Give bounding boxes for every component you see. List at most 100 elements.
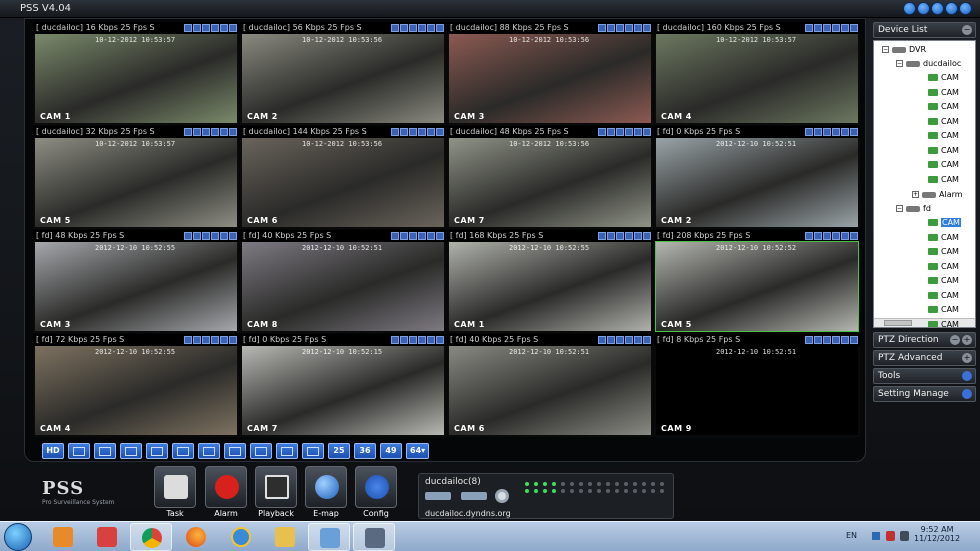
layout-64-button[interactable]: 64▾ [406, 443, 430, 459]
scroll-thumb[interactable] [884, 320, 912, 326]
close-icon[interactable] [850, 128, 858, 136]
tree-node-cam[interactable]: CAM [928, 144, 959, 158]
talk-icon[interactable] [418, 24, 426, 32]
audio-icon[interactable] [409, 232, 417, 240]
record-icon[interactable] [184, 232, 192, 240]
video-feed[interactable]: 10-12-2012 10:53:56 CAM 2 [242, 34, 444, 123]
video-feed[interactable]: 2012-12-10 10:52:55 CAM 4 [35, 346, 237, 435]
record-icon[interactable] [598, 128, 606, 136]
zoom-icon[interactable] [841, 232, 849, 240]
close-icon[interactable] [643, 24, 651, 32]
video-cell[interactable]: [ fd] 0 Kbps 25 Fps S 2012-12-10 10:52:51… [654, 126, 860, 229]
record-icon[interactable] [184, 24, 192, 32]
tree-node-cam[interactable]: CAM [928, 216, 961, 230]
expand-icon[interactable] [962, 371, 972, 381]
record-icon[interactable] [598, 232, 606, 240]
minimize-icon[interactable] [931, 2, 944, 15]
tree-node-cam[interactable]: CAM [928, 260, 959, 274]
close-icon[interactable] [850, 336, 858, 344]
video-feed[interactable]: 2012-12-10 10:52:51 CAM 8 [242, 242, 444, 331]
zoom-icon[interactable] [220, 336, 228, 344]
taskbar-pss[interactable] [353, 523, 395, 551]
tree-node-dvr[interactable]: − DVR [882, 43, 926, 57]
record-icon[interactable] [805, 24, 813, 32]
expand-icon[interactable]: + [962, 353, 972, 363]
taskbar-explorer[interactable] [264, 523, 306, 551]
video-feed[interactable]: 2012-12-10 10:52:55 CAM 3 [35, 242, 237, 331]
snapshot-icon[interactable] [193, 128, 201, 136]
close-icon[interactable] [436, 24, 444, 32]
video-feed[interactable]: 10-12-2012 10:53:57 CAM 5 [35, 138, 237, 227]
record-icon[interactable] [184, 128, 192, 136]
zoom-icon[interactable] [841, 24, 849, 32]
close-icon[interactable] [436, 128, 444, 136]
tree-node-cam[interactable]: CAM [928, 231, 959, 245]
talk-icon[interactable] [211, 128, 219, 136]
snapshot-icon[interactable] [400, 336, 408, 344]
tree-node-cam[interactable]: CAM [928, 100, 959, 114]
tree-node-cam[interactable]: CAM [928, 129, 959, 143]
layout-20-button[interactable] [302, 443, 324, 459]
tree-node-fd[interactable]: − fd [896, 202, 931, 216]
talk-icon[interactable] [211, 24, 219, 32]
talk-icon[interactable] [211, 232, 219, 240]
layout-8-button[interactable] [198, 443, 220, 459]
zoom-icon[interactable] [634, 128, 642, 136]
tree-node-cam[interactable]: CAM [928, 245, 959, 259]
tray-arrow-icon[interactable] [872, 532, 880, 540]
close-icon[interactable] [229, 24, 237, 32]
fullscreen-button[interactable] [94, 443, 116, 459]
talk-icon[interactable] [832, 128, 840, 136]
talk-icon[interactable] [418, 232, 426, 240]
close-icon[interactable] [850, 232, 858, 240]
video-feed[interactable]: 10-12-2012 10:53:56 CAM 7 [449, 138, 651, 227]
expand-icon[interactable] [962, 389, 972, 399]
zoom-icon[interactable] [634, 24, 642, 32]
tree-node-cam[interactable]: CAM [928, 289, 959, 303]
tools-button[interactable] [68, 443, 90, 459]
tray-flag-icon[interactable] [886, 531, 895, 541]
zoom-icon[interactable] [427, 24, 435, 32]
video-cell[interactable]: [ ducdailoc] 48 Kbps 25 Fps S 10-12-2012 … [447, 126, 653, 229]
video-cell[interactable]: [ fd] 40 Kbps 25 Fps S 2012-12-10 10:52:5… [240, 230, 446, 333]
record-icon[interactable] [805, 232, 813, 240]
collapse-icon[interactable]: − [962, 25, 972, 35]
snapshot-icon[interactable] [814, 336, 822, 344]
tree-node-cam[interactable]: CAM [928, 173, 959, 187]
zoom-icon[interactable] [841, 336, 849, 344]
audio-icon[interactable] [409, 24, 417, 32]
audio-icon[interactable] [616, 128, 624, 136]
talk-icon[interactable] [418, 128, 426, 136]
audio-icon[interactable] [823, 336, 831, 344]
layout-49-button[interactable]: 49 [380, 443, 402, 459]
video-feed[interactable]: 2012-12-10 10:52:15 CAM 7 [242, 346, 444, 435]
snapshot-icon[interactable] [400, 128, 408, 136]
video-feed[interactable]: 10-12-2012 10:53:56 CAM 3 [449, 34, 651, 123]
taskbar-paint[interactable] [308, 523, 350, 551]
help-icon[interactable] [917, 2, 930, 15]
zoom-icon[interactable] [220, 128, 228, 136]
close-icon[interactable] [436, 336, 444, 344]
snapshot-icon[interactable] [607, 128, 615, 136]
system-clock[interactable]: 9:52 AM 11/12/2012 [914, 525, 960, 543]
talk-icon[interactable] [625, 128, 633, 136]
taskbar-app-2[interactable] [86, 523, 128, 551]
layout-9-button[interactable] [224, 443, 246, 459]
layout-4-button[interactable] [146, 443, 168, 459]
audio-icon[interactable] [616, 336, 624, 344]
talk-icon[interactable] [625, 24, 633, 32]
expand-icon[interactable]: + [962, 335, 972, 345]
video-cell[interactable]: [ fd] 208 Kbps 25 Fps S 2012-12-10 10:52:… [654, 230, 860, 333]
record-icon[interactable] [598, 336, 606, 344]
audio-icon[interactable] [202, 128, 210, 136]
device-list-header[interactable]: Device List − [873, 22, 976, 38]
layout-36-button[interactable]: 36 [354, 443, 376, 459]
snapshot-icon[interactable] [193, 232, 201, 240]
lock-icon[interactable] [903, 2, 916, 15]
snapshot-icon[interactable] [400, 24, 408, 32]
tray-network-icon[interactable] [900, 531, 909, 541]
zoom-icon[interactable] [634, 232, 642, 240]
snapshot-icon[interactable] [814, 128, 822, 136]
video-feed[interactable]: 10-12-2012 10:53:57 CAM 4 [656, 34, 858, 123]
record-icon[interactable] [805, 128, 813, 136]
